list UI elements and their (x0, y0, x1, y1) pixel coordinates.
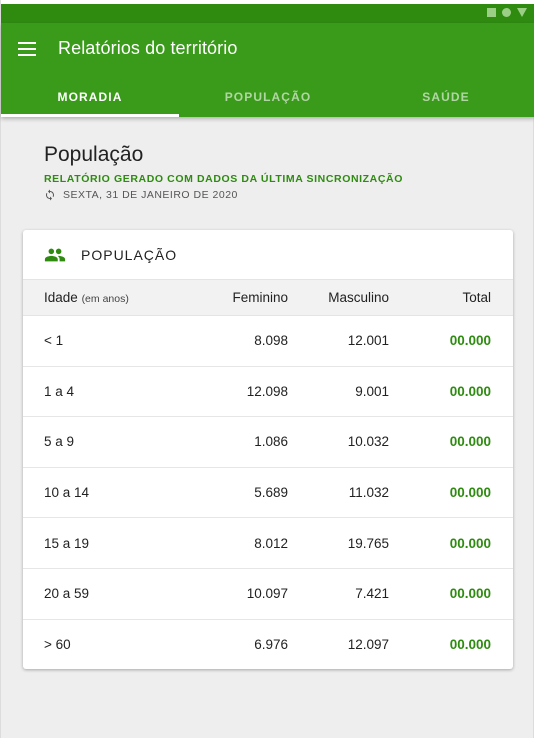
cell-female: 10.097 (246, 586, 288, 602)
cell-age: 1 a 4 (44, 383, 75, 399)
cell-female: 1.086 (254, 434, 288, 450)
cell-age: > 60 (44, 637, 71, 653)
cell-age: 10 a 14 (44, 485, 90, 501)
card-header: POPULAÇÃO (23, 230, 513, 279)
tab-moradia[interactable]: MORADIA (1, 83, 179, 117)
page-title: População (44, 143, 144, 166)
table-row: 20 a 59 10.097 7.421 00.000 (23, 568, 513, 620)
cell-total: 00.000 (449, 586, 491, 602)
card-title: POPULAÇÃO (81, 246, 178, 263)
col-header-male: Masculino (328, 290, 389, 305)
cell-male: 19.765 (347, 535, 389, 551)
cell-age: 15 a 19 (44, 535, 90, 551)
people-icon (44, 248, 66, 261)
tab-populacao[interactable]: POPULAÇÃO (179, 83, 357, 117)
tab-bar: MORADIA POPULAÇÃO SAÚDE (1, 83, 534, 117)
app-title: Relatórios do território (58, 38, 238, 58)
col-age-unit: (em anos) (81, 293, 129, 305)
page-header: População RELATÓRIO GERADO COM DADOS DA … (44, 143, 403, 201)
status-bar (1, 4, 534, 23)
col-header-female: Feminino (232, 290, 288, 305)
cell-female: 8.098 (254, 333, 288, 349)
cell-age: < 1 (44, 333, 64, 349)
col-age-label: Idade (44, 290, 78, 305)
sync-icon (46, 189, 54, 201)
cell-male: 12.097 (347, 637, 389, 653)
table-row: 15 a 19 8.012 19.765 00.000 (23, 518, 513, 569)
sync-date: SEXTA, 31 DE JANEIRO DE 2020 (63, 189, 238, 201)
table-row: < 1 8.098 12.001 00.000 (23, 316, 513, 367)
cell-age: 20 a 59 (44, 586, 90, 602)
population-card: POPULAÇÃO Idade (em anos) Feminino Mascu… (23, 230, 513, 669)
col-header-age: Idade (em anos) (23, 280, 188, 316)
tab-saude[interactable]: SAÚDE (357, 83, 534, 117)
status-icons (487, 8, 527, 17)
table-row: 1 a 4 12.098 9.001 00.000 (23, 366, 513, 417)
table-row: 10 a 14 5.689 11.032 00.000 (23, 467, 513, 518)
cell-male: 12.001 (347, 333, 389, 349)
cell-total: 00.000 (449, 333, 491, 349)
population-table: Idade (em anos) Feminino Masculino Total… (23, 279, 513, 669)
col-header-total: Total (462, 290, 491, 305)
table-header-row: Idade (em anos) Feminino Masculino Total (23, 279, 513, 316)
cell-total: 00.000 (449, 535, 491, 551)
cell-total: 00.000 (449, 485, 491, 501)
cell-total: 00.000 (449, 434, 491, 450)
cell-male: 9.001 (355, 383, 389, 399)
app-bar: Relatórios do território MORADIA POPULAÇ… (1, 23, 534, 117)
menu-icon[interactable] (18, 42, 36, 56)
cell-female: 12.098 (246, 383, 288, 399)
table-row: > 60 6.976 12.097 00.000 (23, 619, 513, 669)
back-icon (517, 8, 527, 17)
cell-age: 5 a 9 (44, 434, 75, 450)
recent-apps-icon (487, 8, 496, 17)
report-subtitle: RELATÓRIO GERADO COM DADOS DA ÚLTIMA SIN… (44, 173, 403, 185)
cell-male: 7.421 (355, 586, 389, 602)
cell-total: 00.000 (449, 637, 491, 653)
sync-info: SEXTA, 31 DE JANEIRO DE 2020 (44, 189, 403, 201)
cell-total: 00.000 (449, 383, 491, 399)
home-icon (502, 8, 511, 17)
cell-male: 11.032 (348, 485, 389, 501)
cell-female: 6.976 (254, 637, 288, 653)
cell-male: 10.032 (347, 434, 389, 450)
app-screen: Relatórios do território MORADIA POPULAÇ… (0, 0, 534, 738)
cell-female: 8.012 (254, 535, 288, 551)
table-row: 5 a 9 1.086 10.032 00.000 (23, 417, 513, 468)
cell-female: 5.689 (254, 485, 288, 501)
